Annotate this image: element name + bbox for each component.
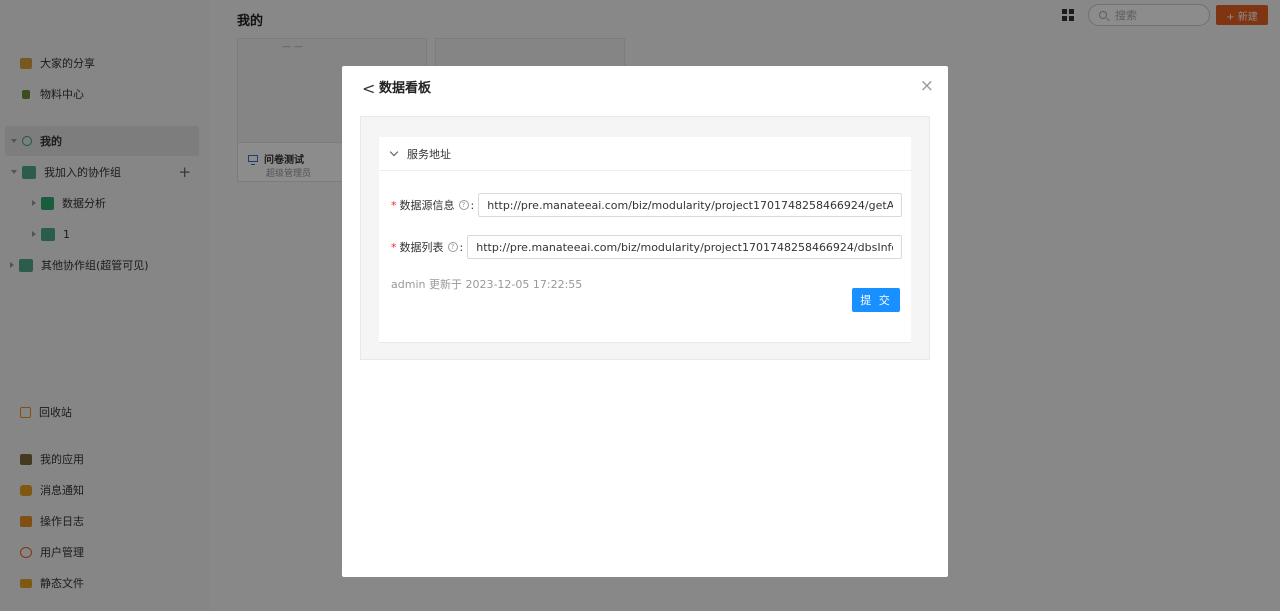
- required-mark: *: [391, 198, 397, 212]
- submit-button[interactable]: 提 交: [852, 288, 900, 312]
- field-colon: :: [459, 240, 464, 254]
- field-datasource-info: * 数据源信息 ? :: [391, 193, 903, 217]
- collapse-header[interactable]: 服务地址: [379, 137, 911, 171]
- service-address-panel: 服务地址 * 数据源信息 ? : * 数据列表 ? : admin 更新于 20…: [379, 137, 911, 343]
- field-label: 数据源信息: [399, 199, 455, 212]
- close-icon[interactable]: ×: [920, 76, 934, 96]
- back-button[interactable]: <: [362, 80, 375, 98]
- datasource-info-input[interactable]: [478, 193, 903, 217]
- field-colon: :: [470, 198, 475, 212]
- help-icon[interactable]: ?: [447, 242, 458, 252]
- field-data-list: * 数据列表 ? :: [391, 235, 903, 259]
- section-title: 服务地址: [407, 147, 451, 161]
- modal-title: 数据看板: [379, 81, 432, 96]
- chevron-down-icon: [389, 147, 399, 156]
- data-dashboard-modal: < 数据看板 × 服务地址 * 数据源信息 ? : * 数据列表 ? :: [342, 66, 948, 577]
- updated-meta: admin 更新于 2023-12-05 17:22:55: [391, 278, 583, 291]
- modal-body: 服务地址 * 数据源信息 ? : * 数据列表 ? : admin 更新于 20…: [360, 116, 930, 360]
- data-list-input[interactable]: [467, 235, 903, 259]
- field-label: 数据列表: [399, 241, 444, 254]
- required-mark: *: [391, 240, 397, 254]
- help-icon[interactable]: ?: [458, 200, 469, 210]
